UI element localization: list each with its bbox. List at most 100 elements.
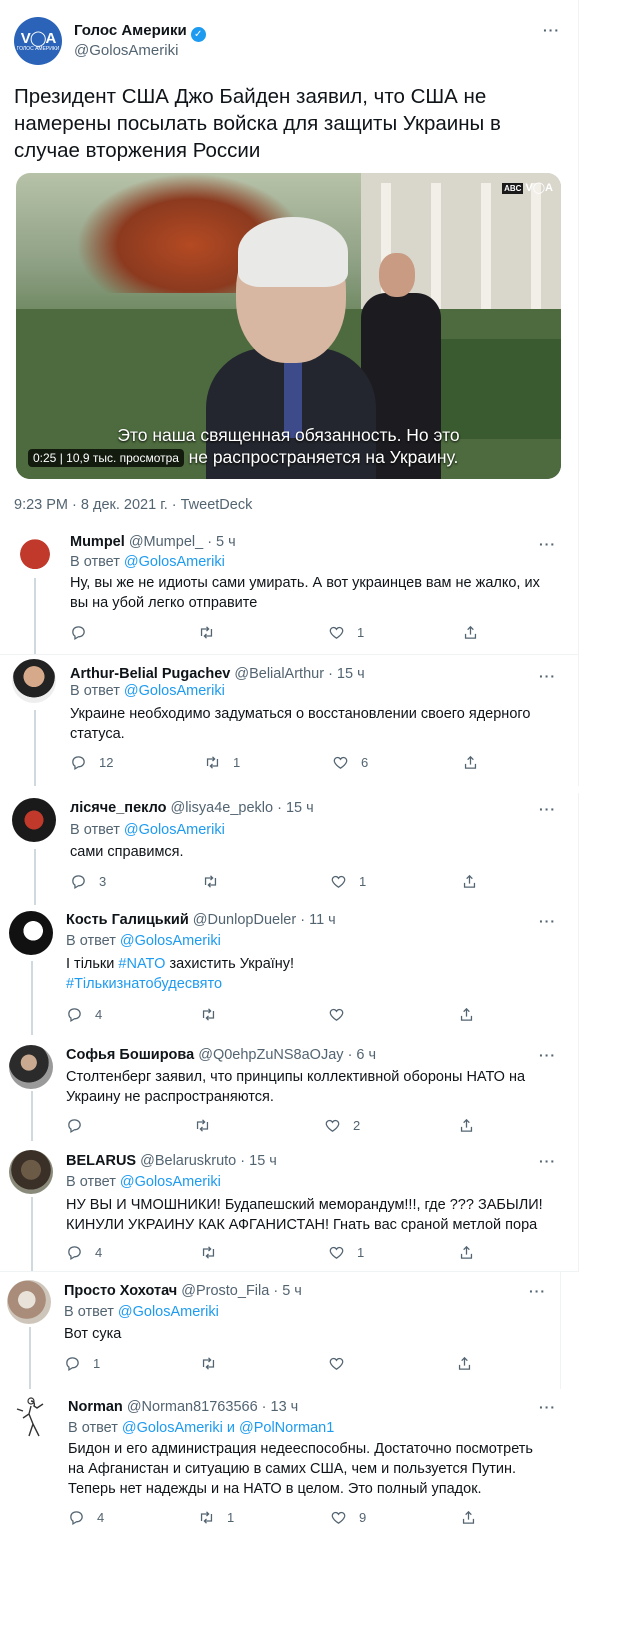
avatar[interactable]: [12, 798, 56, 842]
like-button[interactable]: 1: [328, 624, 364, 641]
reply-to-link[interactable]: @GolosAmeriki: [122, 1420, 223, 1436]
reply-tweet[interactable]: Просто Хохотач @Prosto_Fila · 5 ч ··· В …: [0, 1271, 561, 1389]
tweet-meta[interactable]: 9:23 PM · 8 дек. 2021 г. · TweetDeck: [14, 497, 252, 513]
reply-tweet[interactable]: лісяче_пекло @lisya4e_peklo · 15 ч ··· В…: [0, 793, 579, 905]
reply-tweet[interactable]: BELARUS @Belaruskruto · 15 ч ··· В ответ…: [0, 1141, 579, 1272]
like-button[interactable]: [328, 1355, 357, 1372]
share-button[interactable]: [462, 754, 491, 771]
reply-tweet[interactable]: Софья Боширова @Q0ehpZuNS8aOJay · 6 ч ··…: [0, 1035, 579, 1141]
reply-button[interactable]: 12: [70, 754, 113, 771]
share-button[interactable]: [461, 873, 490, 890]
reply-to-link[interactable]: @GolosAmeriki: [124, 822, 225, 838]
author-handle[interactable]: @Mumpel_: [129, 534, 203, 550]
reply-to-link[interactable]: @GolosAmeriki: [124, 554, 225, 570]
reply-to-link[interactable]: @PolNorman1: [239, 1420, 334, 1436]
timestamp[interactable]: · 13 ч: [262, 1399, 299, 1415]
timestamp[interactable]: · 15 ч: [277, 800, 314, 816]
author-name[interactable]: Голос Америки ✓: [74, 22, 206, 42]
avatar[interactable]: [9, 1395, 53, 1439]
reply-button[interactable]: 4: [68, 1509, 104, 1526]
author-name[interactable]: BELARUS: [66, 1153, 136, 1169]
author-name[interactable]: Arthur-Belial Pugachev: [70, 666, 230, 682]
retweet-button[interactable]: [202, 873, 231, 890]
reply-header: BELARUS @Belaruskruto · 15 ч: [66, 1153, 277, 1169]
more-options-button[interactable]: ···: [543, 22, 560, 38]
thread-line: [34, 578, 36, 654]
avatar[interactable]: [9, 1150, 53, 1194]
share-button[interactable]: [462, 624, 491, 641]
more-options-button[interactable]: ···: [539, 668, 556, 684]
like-button[interactable]: 9: [330, 1509, 366, 1526]
reply-to-link[interactable]: @GolosAmeriki: [120, 1174, 221, 1190]
like-button[interactable]: 2: [324, 1117, 360, 1134]
reply-text: Бидон и его администрация недееспособны.…: [68, 1441, 533, 1497]
reply-button[interactable]: 3: [70, 873, 106, 890]
share-button[interactable]: [458, 1006, 487, 1023]
avatar[interactable]: V◯A ГОЛОС АМЕРИКИ: [14, 17, 62, 65]
avatar[interactable]: [9, 911, 53, 955]
more-options-button[interactable]: ···: [539, 801, 556, 817]
more-options-button[interactable]: ···: [539, 1153, 556, 1169]
timestamp[interactable]: · 5 ч: [273, 1283, 302, 1299]
share-button[interactable]: [456, 1355, 485, 1372]
author-name[interactable]: лісяче_пекло: [70, 800, 166, 816]
author-handle[interactable]: @lisya4e_peklo: [170, 800, 273, 816]
timestamp[interactable]: · 15 ч: [240, 1153, 277, 1169]
like-button[interactable]: 1: [330, 873, 366, 890]
timestamp[interactable]: · 11 ч: [300, 912, 336, 928]
share-button[interactable]: [460, 1509, 489, 1526]
reply-button[interactable]: 4: [66, 1244, 102, 1261]
more-options-button[interactable]: ···: [529, 1283, 546, 1299]
reply-to-link[interactable]: @GolosAmeriki: [118, 1304, 219, 1320]
like-button[interactable]: 6: [332, 754, 368, 771]
retweet-button[interactable]: [200, 1006, 229, 1023]
retweet-button[interactable]: [200, 1244, 229, 1261]
author-handle[interactable]: @Q0ehpZuNS8aOJay: [198, 1047, 343, 1063]
reply-button[interactable]: [66, 1117, 95, 1134]
author-handle[interactable]: @DunlopDueler: [193, 912, 296, 928]
more-options-button[interactable]: ···: [539, 1399, 556, 1415]
share-button[interactable]: [458, 1117, 487, 1134]
video-player[interactable]: ABC V◯A Это наша священная обязанность. Н…: [16, 173, 561, 479]
author-name[interactable]: Mumpel: [70, 534, 125, 550]
author-handle[interactable]: @GolosAmeriki: [74, 42, 178, 59]
more-options-button[interactable]: ···: [539, 536, 556, 552]
more-options-button[interactable]: ···: [539, 913, 556, 929]
author-handle[interactable]: @Belaruskruto: [140, 1153, 236, 1169]
reply-to-link[interactable]: @GolosAmeriki: [124, 683, 225, 699]
author-handle[interactable]: @BelialArthur: [234, 666, 324, 682]
avatar[interactable]: [7, 1280, 51, 1324]
like-button[interactable]: 1: [328, 1244, 364, 1261]
hashtag-link[interactable]: #NATO: [118, 956, 165, 972]
timestamp[interactable]: · 5 ч: [207, 534, 236, 550]
author-name[interactable]: Кость Галицький: [66, 912, 189, 928]
author-name[interactable]: Norman: [68, 1399, 123, 1415]
retweet-button[interactable]: 1: [204, 754, 240, 771]
reply-to-link[interactable]: @GolosAmeriki: [120, 933, 221, 949]
author-name[interactable]: Просто Хохотач: [64, 1283, 177, 1299]
reply-tweet[interactable]: Norman @Norman81763566 · 13 ч ··· В отве…: [0, 1389, 578, 1539]
avatar[interactable]: [12, 659, 56, 703]
more-options-button[interactable]: ···: [539, 1047, 556, 1063]
reply-button[interactable]: [70, 624, 99, 641]
share-button[interactable]: [458, 1244, 487, 1261]
reply-button[interactable]: 4: [66, 1006, 102, 1023]
reply-tweet[interactable]: Mumpel @Mumpel_ · 5 ч ··· В ответ @Golos…: [0, 522, 579, 655]
reply-button[interactable]: 1: [64, 1355, 100, 1372]
retweet-button[interactable]: 1: [198, 1509, 234, 1526]
author-handle[interactable]: @Norman81763566: [127, 1399, 258, 1415]
like-button[interactable]: [328, 1006, 357, 1023]
avatar[interactable]: [9, 1045, 53, 1089]
retweet-button[interactable]: [198, 624, 227, 641]
retweet-button[interactable]: [200, 1355, 229, 1372]
reply-tweet[interactable]: Arthur-Belial Pugachev @BelialArthur · 1…: [0, 654, 579, 786]
reply-tweet[interactable]: Кость Галицький @DunlopDueler · 11 ч ···…: [0, 905, 579, 1035]
retweet-button[interactable]: [194, 1117, 223, 1134]
timestamp[interactable]: · 6 ч: [348, 1047, 377, 1063]
hashtag-link[interactable]: #Тількизнатобудесвято: [66, 976, 222, 992]
author-handle[interactable]: @Prosto_Fila: [181, 1283, 269, 1299]
avatar[interactable]: [13, 530, 57, 574]
action-bar: 4 1: [66, 1244, 506, 1264]
author-name[interactable]: Софья Боширова: [66, 1047, 194, 1063]
timestamp[interactable]: · 15 ч: [328, 666, 365, 682]
